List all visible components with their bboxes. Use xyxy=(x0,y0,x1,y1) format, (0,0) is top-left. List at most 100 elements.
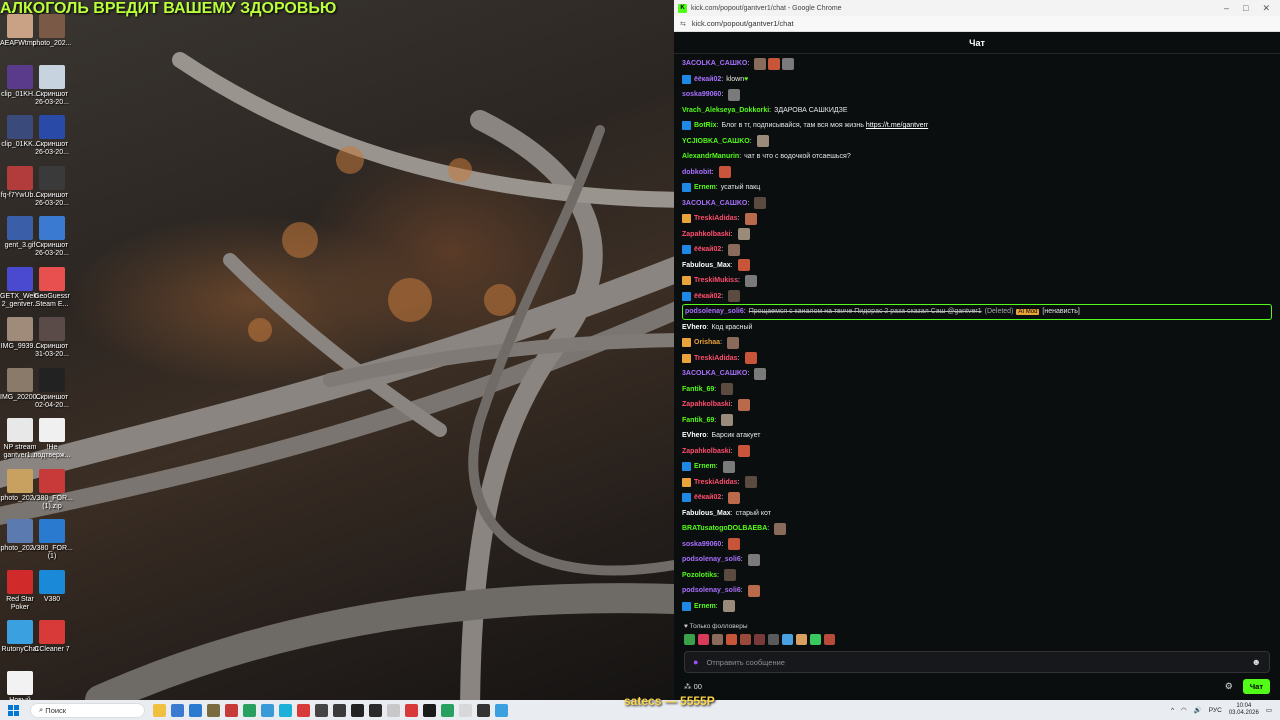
chat-username[interactable]: ёёкай02 xyxy=(694,76,721,83)
tray-chevron-icon[interactable]: ^ xyxy=(1171,707,1174,714)
chat-message[interactable]: Zapahkolbaski: xyxy=(682,397,1280,413)
quick-emote-icon[interactable] xyxy=(684,634,695,645)
chat-username[interactable]: 3ACOLKA_CAШKO xyxy=(682,200,747,207)
desktop-icon[interactable]: Скриншот 02-04-20... xyxy=(32,367,72,410)
desktop-icon[interactable]: V380_FOR... (1) xyxy=(32,519,73,561)
chat-username[interactable]: Pozolotiks xyxy=(682,572,717,579)
desktop-icon[interactable]: Скриншот 26-03-20... xyxy=(32,64,72,107)
chat-message[interactable]: TreskiAdidas: xyxy=(682,211,1280,227)
chat-username[interactable]: soska99060 xyxy=(682,541,721,548)
browser-titlebar[interactable]: K kick.com/popout/gantver1/chat - Google… xyxy=(674,0,1280,16)
desktop-icon[interactable]: CCleaner 7 xyxy=(32,620,72,654)
chat-username[interactable]: TreskiAdidas xyxy=(694,479,738,486)
pinned-app-icon[interactable] xyxy=(423,703,436,717)
pinned-app-icon[interactable] xyxy=(351,703,364,717)
chat-username[interactable]: ёёкай02 xyxy=(694,246,721,253)
chat-username[interactable]: Orishaa xyxy=(694,339,720,346)
close-icon[interactable]: ✕ xyxy=(1262,3,1270,14)
pinned-app-icon[interactable] xyxy=(459,703,472,717)
chat-message[interactable]: Orishaa: xyxy=(682,335,1280,351)
quick-emote-icon[interactable] xyxy=(782,634,793,645)
chat-username[interactable]: AlexandrManurin xyxy=(682,153,739,160)
chat-message[interactable]: Zapahkolbaski: xyxy=(682,444,1280,460)
chat-message[interactable]: AlexandrManurin: чат в что с водочкой отс… xyxy=(682,149,1280,165)
pinned-app-icon[interactable] xyxy=(405,703,418,717)
chat-message[interactable]: ёёкай02: xyxy=(682,242,1280,258)
chat-message[interactable]: Ernem: xyxy=(682,459,1280,475)
chat-message[interactable]: soska99060: xyxy=(682,87,1280,103)
quick-emote-icon[interactable] xyxy=(810,634,821,645)
chat-username[interactable]: Ernem xyxy=(694,184,716,191)
quick-emote-icon[interactable] xyxy=(754,634,765,645)
chat-message[interactable]: TreskiAdidas: xyxy=(682,351,1280,367)
chat-message[interactable]: 3ACOLKA_CAШKO: xyxy=(682,366,1280,382)
chat-username[interactable]: BRATusatogoDOLBAEBA xyxy=(682,525,767,532)
chat-message[interactable]: Fantik_69: xyxy=(682,413,1280,429)
chat-message-list[interactable]: 3ACOLKA_CAШKO: ёёкай02: klown ♥ soska99060:… xyxy=(674,56,1280,618)
chat-input-placeholder[interactable]: Отправить сообщение xyxy=(706,658,785,667)
pinned-app-icon[interactable] xyxy=(477,703,490,717)
desktop-icon[interactable]: V380 xyxy=(32,569,72,604)
chat-message[interactable]: 3ACOLKA_CAШKO: xyxy=(682,196,1280,212)
chat-message[interactable]: BotRix: Блог в тг, подписывайся, там вся … xyxy=(682,118,1280,134)
chat-username[interactable]: Zapahkolbaski xyxy=(682,401,731,408)
desktop-icon[interactable]: !Не подтверж... xyxy=(32,418,72,460)
emoji-icon[interactable]: ☻ xyxy=(1252,657,1261,667)
pinned-app-icon[interactable] xyxy=(333,703,346,717)
chat-message[interactable]: 3ACOLKA_CAШKO: xyxy=(682,56,1280,72)
taskbar-search-placeholder[interactable]: Поиск xyxy=(45,706,66,715)
notification-icon[interactable]: ▭ xyxy=(1266,706,1272,714)
language-indicator[interactable]: РУС xyxy=(1209,707,1222,714)
chat-username[interactable]: TreskiMukiss xyxy=(694,277,738,284)
volume-icon[interactable]: 🔊 xyxy=(1194,706,1202,714)
chat-message[interactable]: Ernem: xyxy=(682,599,1280,615)
wifi-icon[interactable]: ◠ xyxy=(1181,706,1187,714)
chat-message[interactable]: EVhero: Код красный xyxy=(682,320,1280,336)
pinned-app-icon[interactable] xyxy=(189,703,202,717)
quick-emote-icon[interactable] xyxy=(796,634,807,645)
taskbar-search[interactable]: ⌕ Поиск xyxy=(30,702,145,718)
chat-username[interactable]: EVhero xyxy=(682,324,707,331)
pinned-app-icon[interactable] xyxy=(279,703,292,717)
chat-input-field[interactable]: ● Отправить сообщение ☻ xyxy=(684,651,1270,673)
chat-username[interactable]: Fantik_69 xyxy=(682,417,714,424)
url-text[interactable]: kick.com/popout/gantver1/chat xyxy=(692,19,794,28)
pinned-app-icon[interactable] xyxy=(387,703,400,717)
chat-link[interactable]: https://t.me/gantverr xyxy=(866,122,928,129)
chat-message[interactable]: EVhero: Барсик атакует xyxy=(682,428,1280,444)
site-info-icon[interactable]: ⇆ xyxy=(680,20,686,28)
pinned-app-icon[interactable] xyxy=(315,703,328,717)
chat-username[interactable]: Zapahkolbaski xyxy=(682,231,731,238)
chat-message[interactable]: TreskiMukiss: xyxy=(682,273,1280,289)
desktop-icon[interactable]: Скриншот 26-03-20... xyxy=(32,216,72,258)
chat-username[interactable]: TreskiAdidas xyxy=(694,215,738,222)
chat-message[interactable]: Fabulous_Max: xyxy=(682,258,1280,274)
pinned-app-icon[interactable] xyxy=(369,703,382,717)
chat-message[interactable]: soska99060: xyxy=(682,537,1280,553)
mic-icon[interactable]: ● xyxy=(693,657,698,667)
chat-username[interactable]: podsolenay_soli6 xyxy=(682,587,741,594)
chat-message[interactable]: Vrach_Alekseya_Dokkorki: ЗДАРОВА САШКИДЗЕ xyxy=(682,103,1280,119)
chat-message[interactable]: ёёкай02: xyxy=(682,490,1280,506)
chat-username[interactable]: Zapahkolbaski xyxy=(682,448,731,455)
maximize-icon[interactable]: □ xyxy=(1243,3,1248,14)
chat-message[interactable]: podsolenay_soli6: Прощаемся с каналом на … xyxy=(682,304,1272,320)
quick-emote-icon[interactable] xyxy=(824,634,835,645)
desktop-icon[interactable]: Скриншот 26-03-20... xyxy=(32,165,72,208)
chat-username[interactable]: podsolenay_soli6 xyxy=(685,308,744,315)
chat-username[interactable]: podsolenay_soli6 xyxy=(682,556,741,563)
pinned-app-icon[interactable] xyxy=(297,703,310,717)
pinned-app-icon[interactable] xyxy=(171,703,184,717)
send-chat-button[interactable]: Чат xyxy=(1242,678,1270,694)
chat-message[interactable]: TreskiAdidas: xyxy=(682,475,1280,491)
chat-username[interactable]: ёёкай02 xyxy=(694,494,721,501)
desktop-icon[interactable]: Новый текстовый ... xyxy=(0,670,40,700)
quick-emote-icon[interactable] xyxy=(740,634,751,645)
quick-emote-icon[interactable] xyxy=(698,634,709,645)
desktop-icon[interactable]: photo_202... xyxy=(32,14,72,48)
pinned-app-icon[interactable] xyxy=(153,703,166,717)
emote-quick-bar[interactable] xyxy=(684,634,835,645)
chat-username[interactable]: 3ACOLKA_CAШKO xyxy=(682,60,747,67)
chat-message[interactable]: dobkobit: xyxy=(682,165,1280,181)
desktop-icon[interactable]: V380_FOR... (1).zip xyxy=(32,468,73,511)
